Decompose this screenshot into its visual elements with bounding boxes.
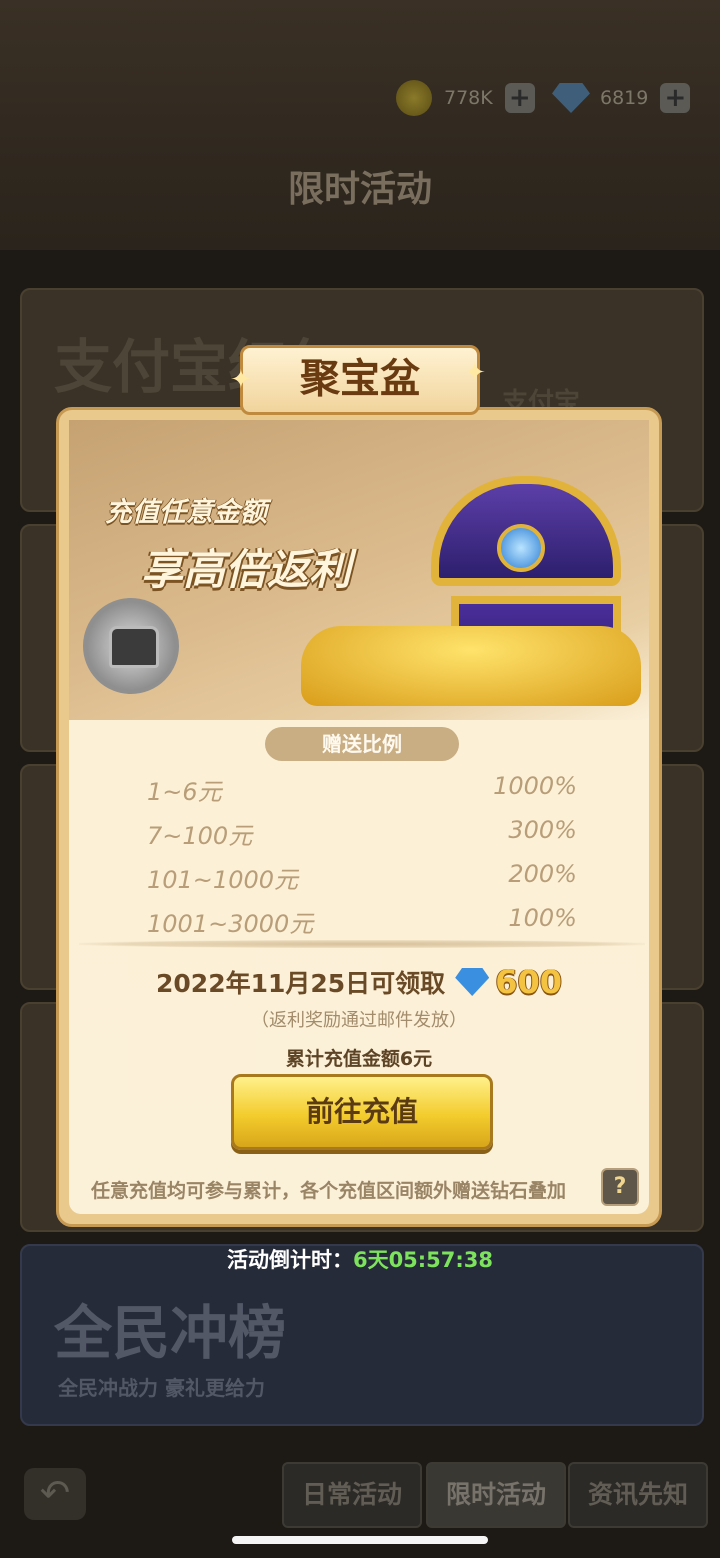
- event-countdown: 活动倒计时：6天05:57:38: [0, 1244, 720, 1274]
- diamond-icon: [455, 968, 490, 996]
- treasure-chest-image: [301, 476, 641, 706]
- rate-row: 1~6元 1000%: [147, 772, 577, 812]
- tip-text: 任意充值均可参与累计，各个充值区间额外赠送钻石叠加: [91, 1180, 567, 1202]
- rate-range: 7~100元: [147, 822, 253, 850]
- add-gems-button[interactable]: +: [660, 83, 691, 113]
- rate-ratio: 300%: [508, 816, 577, 844]
- diamond-icon: [552, 83, 590, 113]
- gem-amount: 6819: [600, 87, 649, 109]
- rate-row: 1001~3000元 100%: [147, 904, 577, 944]
- countdown-label: 活动倒计时：: [226, 1248, 353, 1272]
- coin-amount: 778K: [444, 87, 493, 109]
- claim-amount: 600: [495, 963, 562, 1001]
- claim-info: 2022年11月25日可领取 600: [69, 960, 649, 1004]
- rate-range: 1001~3000元: [147, 910, 314, 938]
- rate-ratio: 100%: [508, 904, 577, 932]
- tab-daily[interactable]: 日常活动: [282, 1462, 422, 1528]
- popup-banner: 充值任意金额 享高倍返利: [69, 420, 649, 720]
- rate-row: 101~1000元 200%: [147, 860, 577, 900]
- gold-coin-pile: [301, 626, 641, 706]
- sparkle-icon: ✦: [230, 365, 252, 395]
- coin-icon: [396, 80, 432, 116]
- ranking-title: 全民冲榜: [54, 1299, 287, 1367]
- gem-counter: 6819 +: [552, 80, 691, 116]
- home-indicator: [232, 1536, 488, 1544]
- total-recharge: 累计充值金额6元: [285, 1048, 433, 1070]
- coin-counter: 778K +: [396, 80, 535, 116]
- divider: [79, 940, 645, 948]
- help-button[interactable]: ?: [601, 1168, 639, 1206]
- popup-title: 聚宝盆: [300, 356, 420, 402]
- tab-news[interactable]: 资讯先知: [568, 1462, 708, 1528]
- tab-limited[interactable]: 限时活动: [426, 1462, 566, 1528]
- popup-body: 充值任意金额 享高倍返利 赠送比例 1~6元 1000% 7~100元 300%…: [69, 420, 649, 1214]
- chest-gem: [497, 524, 545, 572]
- page-title: 限时活动: [287, 169, 432, 210]
- ranking-subtitle: 全民冲战力 豪礼更给力: [58, 1376, 265, 1400]
- rate-ratio: 200%: [508, 860, 577, 888]
- silver-chest-medal-icon: [83, 598, 179, 694]
- bonus-ratio-label: 赠送比例: [265, 727, 459, 761]
- claim-date-text: 2022年11月25日可领取: [156, 969, 446, 998]
- go-recharge-button[interactable]: 前往充值: [231, 1074, 493, 1150]
- mail-note: （返利奖励通过邮件发放）: [251, 1010, 467, 1031]
- rate-range: 101~1000元: [147, 866, 298, 894]
- rate-ratio: 1000%: [493, 772, 577, 800]
- bottom-tabs: 日常活动 限时活动 资讯先知: [0, 1462, 720, 1528]
- banner-line-1: 充值任意金额: [105, 497, 267, 528]
- rate-row: 7~100元 300%: [147, 816, 577, 856]
- treasure-popup: 充值任意金额 享高倍返利 赠送比例 1~6元 1000% 7~100元 300%…: [56, 407, 662, 1227]
- add-coins-button[interactable]: +: [504, 83, 535, 113]
- sparkle-icon: ✦: [464, 358, 486, 388]
- rate-range: 1~6元: [147, 778, 222, 806]
- countdown-value: 6天05:57:38: [352, 1248, 494, 1272]
- popup-title-plaque: 聚宝盆: [240, 345, 480, 415]
- header-background: [0, 0, 720, 250]
